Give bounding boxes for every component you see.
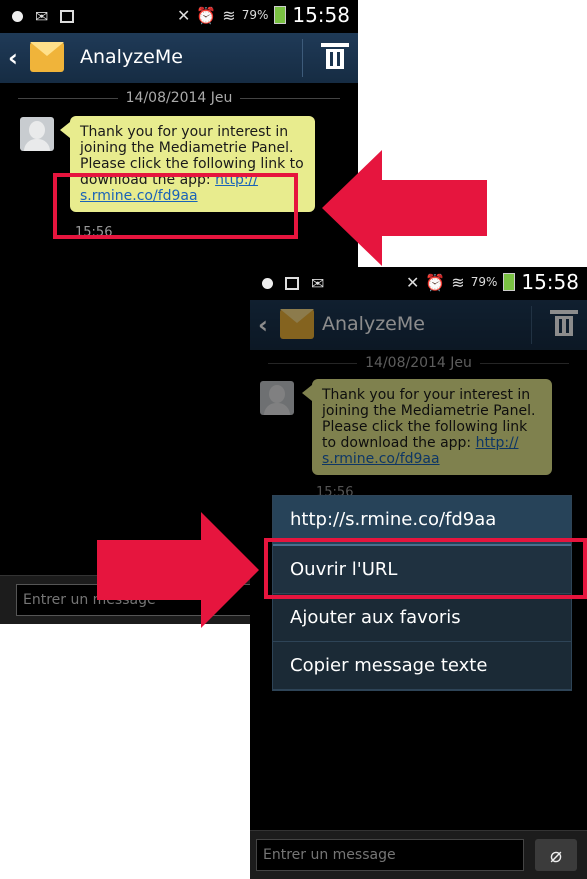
conversation-title: AnalyzeMe [80, 46, 183, 68]
mail-icon: ✉ [35, 7, 49, 26]
composer: ⌀ [250, 830, 587, 879]
mail-icon: ✉ [311, 274, 325, 293]
date-separator: 14/08/2014 Jeu [268, 355, 570, 371]
attach-button[interactable]: ⌀ [535, 839, 577, 871]
notification-dot-icon [262, 278, 273, 289]
wifi-icon: ≋ [451, 272, 465, 292]
notification-dot-icon [12, 11, 23, 22]
divider [302, 39, 303, 77]
menu-item-add-favorites[interactable]: Ajouter aux favoris [273, 594, 571, 642]
image-icon [60, 10, 75, 23]
action-bar: ‹ AnalyzeMe [250, 300, 587, 350]
conversation-title: AnalyzeMe [322, 313, 425, 335]
clock: 15:58 [292, 3, 350, 27]
wifi-icon: ≋ [222, 5, 236, 25]
back-icon[interactable]: ‹ [8, 44, 18, 72]
message-input[interactable] [256, 839, 524, 871]
mute-icon: ✕ [176, 5, 191, 25]
divider [531, 306, 532, 344]
arrow-right-icon [97, 512, 259, 628]
contact-avatar[interactable] [20, 117, 54, 151]
paperclip-icon: ⌀ [549, 843, 563, 867]
status-bar: ✉ ✕ ⏰ ≋ 79% 15:58 [250, 267, 587, 300]
trash-icon [321, 43, 349, 47]
link-highlight-box [53, 173, 298, 239]
message-bubble[interactable]: Thank you for your interest in joining t… [302, 379, 552, 475]
battery-percent: 79% [470, 275, 498, 289]
envelope-icon [30, 42, 64, 72]
delete-button[interactable] [321, 43, 349, 69]
battery-icon [503, 273, 516, 291]
alarm-icon: ⏰ [196, 5, 217, 25]
battery-percent: 79% [241, 8, 269, 22]
image-icon [285, 277, 299, 290]
trash-icon [550, 310, 578, 314]
menu-highlight-box [264, 538, 587, 599]
action-bar: ‹ AnalyzeMe [0, 33, 358, 83]
envelope-icon [280, 309, 314, 339]
menu-item-copy-text[interactable]: Copier message texte [273, 642, 571, 690]
alarm-icon: ⏰ [425, 272, 446, 292]
mute-icon: ✕ [405, 272, 420, 292]
arrow-left-icon [322, 150, 487, 266]
delete-button[interactable] [550, 310, 578, 336]
status-bar: ✉ ✕ ⏰ ≋ 79% 15:58 [0, 0, 358, 33]
date-separator: 14/08/2014 Jeu [18, 90, 341, 106]
clock: 15:58 [521, 270, 579, 294]
back-icon[interactable]: ‹ [258, 311, 268, 339]
battery-icon [274, 6, 287, 24]
contact-avatar[interactable] [260, 381, 294, 415]
